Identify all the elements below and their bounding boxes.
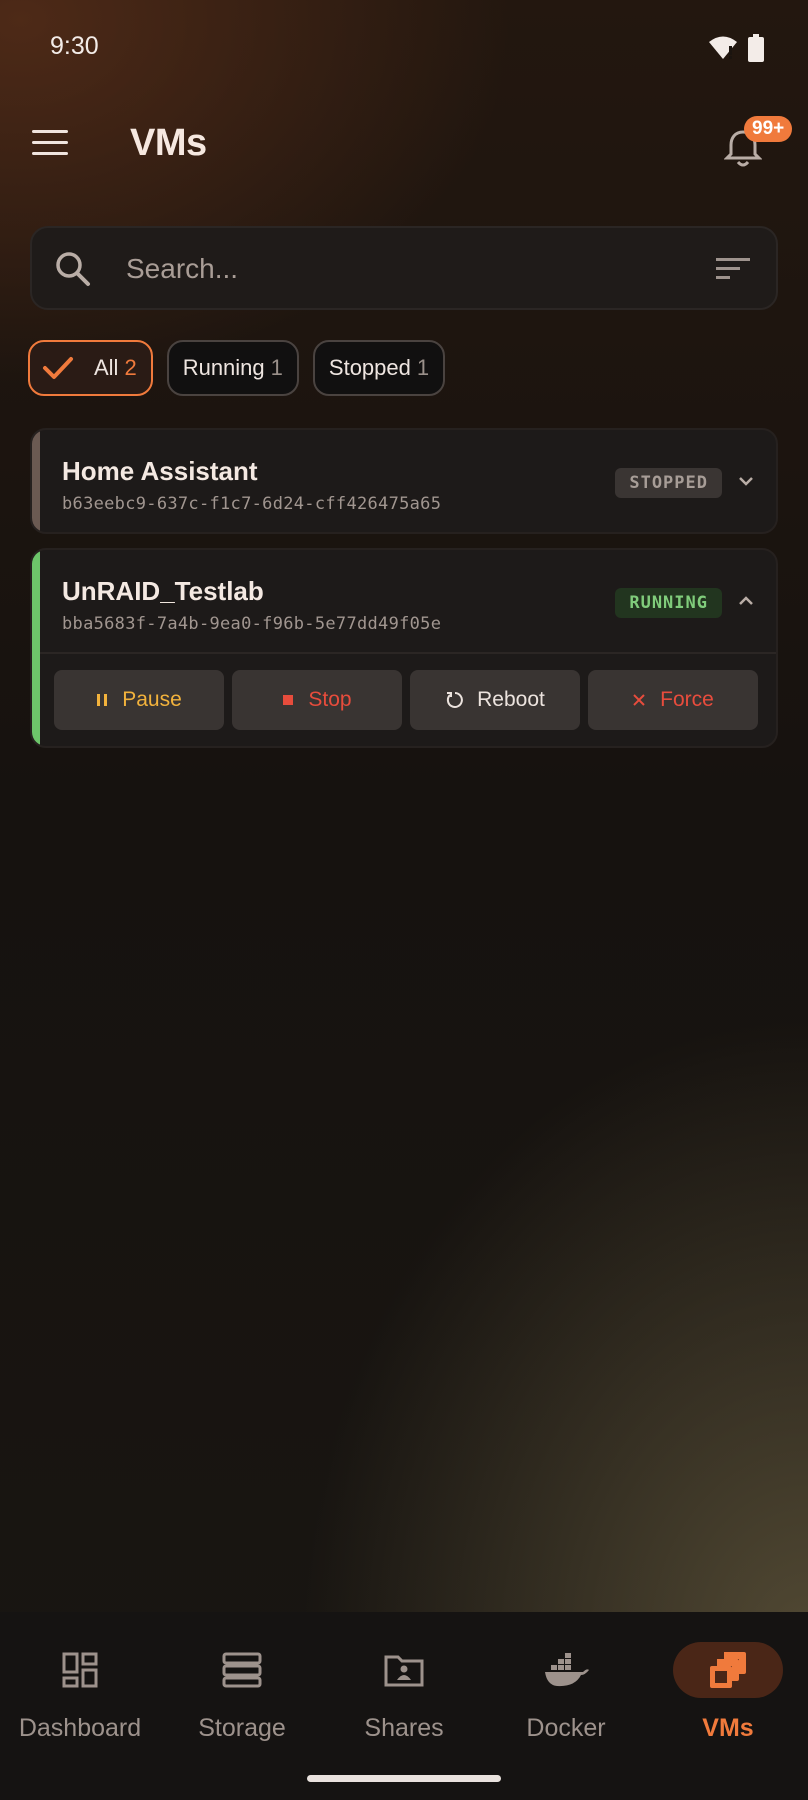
chevron-down-icon[interactable] (738, 476, 754, 486)
bottom-navigation: Dashboard Storage Shares Docker VMs (0, 1612, 808, 1800)
search-icon (56, 252, 90, 286)
vm-actions: Pause Stop Reboot Force (54, 670, 758, 730)
chip-label: Stopped (328, 355, 411, 380)
pause-button[interactable]: Pause (54, 670, 224, 730)
pause-icon (97, 694, 108, 706)
close-icon (633, 694, 645, 706)
vm-card-home-assistant[interactable]: Home Assistant b63eebc9-637c-f1c7-6d24-c… (30, 428, 778, 534)
battery-icon (748, 34, 764, 62)
chip-count: 1 (270, 355, 283, 380)
reboot-button[interactable]: Reboot (410, 670, 580, 730)
app-bar: VMs 99+ (0, 100, 808, 192)
nav-docker[interactable]: Docker (486, 1612, 646, 1762)
stop-button[interactable]: Stop (232, 670, 402, 730)
menu-icon[interactable] (32, 130, 68, 160)
nav-label: Docker (526, 1714, 606, 1742)
nav-label: Shares (364, 1714, 444, 1742)
search-input[interactable] (124, 242, 688, 296)
shares-folder-icon (349, 1642, 459, 1698)
nav-storage[interactable]: Storage (162, 1612, 322, 1762)
pause-label: Pause (122, 688, 182, 711)
notification-badge: 99+ (744, 116, 793, 142)
page-title: VMs (130, 122, 207, 164)
status-badge: RUNNING (615, 588, 722, 618)
vm-card-unraid-testlab[interactable]: UnRAID_Testlab bba5683f-7a4b-9ea0-f96b-5… (30, 548, 778, 748)
chip-label: All (94, 355, 119, 380)
nav-label: VMs (702, 1714, 754, 1742)
chip-label: Running (182, 355, 265, 380)
chip-count: 2 (124, 355, 137, 380)
stop-label: Stop (308, 688, 352, 711)
docker-icon (511, 1642, 621, 1698)
filter-chip-running[interactable]: Running 1 (166, 340, 299, 396)
nav-label: Dashboard (18, 1714, 142, 1742)
nav-dashboard[interactable]: Dashboard (0, 1612, 160, 1762)
vm-uuid: b63eebc9-637c-f1c7-6d24-cff426475a65 (62, 494, 442, 514)
chip-count: 1 (416, 355, 430, 380)
status-stripe (32, 430, 40, 532)
filter-chips: All 2 Running 1 Stopped 1 (28, 340, 446, 396)
nav-shares[interactable]: Shares (324, 1612, 484, 1762)
vm-uuid: bba5683f-7a4b-9ea0-f96b-5e77dd49f05e (62, 614, 442, 634)
restart-icon (447, 692, 464, 708)
status-badge: STOPPED (615, 468, 722, 498)
nav-label: Storage (198, 1714, 286, 1742)
vm-name: UnRAID_Testlab (62, 576, 264, 606)
check-icon (43, 357, 73, 379)
sort-filter-icon[interactable] (716, 256, 752, 282)
search-bar (30, 226, 778, 310)
card-divider (40, 652, 776, 654)
nav-vms[interactable]: VMs (648, 1612, 808, 1762)
force-label: Force (660, 688, 714, 711)
home-indicator[interactable] (307, 1775, 501, 1782)
vms-icon (673, 1642, 783, 1698)
dashboard-icon (25, 1642, 135, 1698)
force-stop-button[interactable]: Force (588, 670, 758, 730)
chevron-up-icon[interactable] (738, 596, 754, 606)
stop-icon (283, 695, 294, 705)
wifi-icon (709, 36, 737, 59)
filter-chip-stopped[interactable]: Stopped 1 (312, 340, 446, 396)
status-bar: 9:30 (0, 0, 808, 96)
vm-name: Home Assistant (62, 456, 258, 486)
status-time: 9:30 (50, 32, 99, 60)
filter-chip-all[interactable]: All 2 (28, 340, 153, 396)
status-stripe (32, 550, 40, 746)
status-icons (708, 34, 764, 62)
reboot-label: Reboot (477, 688, 545, 711)
storage-icon (187, 1642, 297, 1698)
